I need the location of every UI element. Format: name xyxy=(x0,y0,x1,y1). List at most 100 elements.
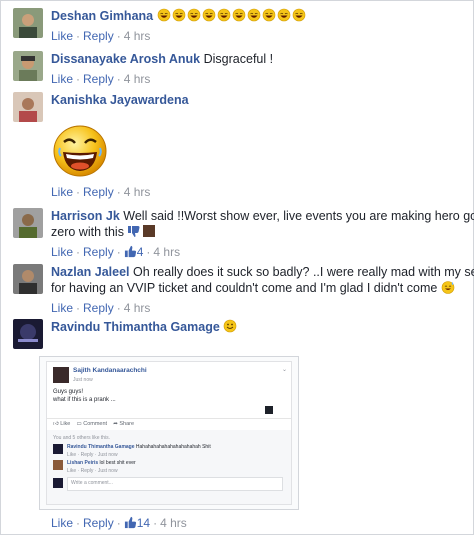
sweat-smile-icon xyxy=(441,281,455,294)
embedded-action-bar: 👍︎ Like ▭ Comment ➦ Share xyxy=(53,421,134,427)
dot: · xyxy=(76,29,81,43)
embedded-meta: Just now xyxy=(73,377,93,383)
like-link[interactable]: Like xyxy=(51,301,73,315)
timestamp[interactable]: 4 hrs xyxy=(124,185,151,199)
embedded-write-box: Write a comment... xyxy=(67,477,283,491)
timestamp[interactable]: 4 hrs xyxy=(153,245,180,259)
embedded-reply-name: Ravindu Thimantha Gamage xyxy=(67,444,135,450)
laughing-emoji-icon xyxy=(292,8,305,22)
like-link[interactable]: Like xyxy=(51,72,73,86)
reply-link[interactable]: Reply xyxy=(83,245,114,259)
avatar[interactable] xyxy=(13,51,43,81)
like-link[interactable]: Like xyxy=(51,29,73,43)
avatar[interactable] xyxy=(13,208,43,238)
embedded-share: Share xyxy=(119,421,135,427)
attached-screenshot[interactable]: Sajith Kandanaarachchi Just now ⌄ Guys g… xyxy=(39,356,299,510)
embedded-line1: Guys guys! xyxy=(53,389,84,395)
thumbs-up-icon[interactable] xyxy=(124,245,137,258)
embedded-writer-avatar xyxy=(53,478,63,488)
embedded-comment: Comment xyxy=(83,421,108,427)
reply-link[interactable]: Reply xyxy=(83,185,114,199)
thumbs-up-icon: 👍︎ xyxy=(53,421,59,427)
emoji-row xyxy=(157,8,307,23)
dot: · xyxy=(116,301,121,315)
dot: · xyxy=(153,516,158,530)
reply-link[interactable]: Reply xyxy=(83,301,114,315)
dot: · xyxy=(146,245,151,259)
dot: · xyxy=(116,516,121,530)
timestamp[interactable]: 4 hrs xyxy=(124,29,151,43)
laughing-emoji-icon xyxy=(247,8,260,22)
laughing-emoji-icon xyxy=(262,8,275,22)
laughing-emoji-icon xyxy=(157,8,170,22)
avatar[interactable] xyxy=(13,92,43,122)
embedded-reply: Ravindu Thimantha Gamage Hahahahahahahah… xyxy=(67,444,211,450)
dot: · xyxy=(116,72,121,86)
embedded-avatar xyxy=(53,367,69,383)
comment-text: Oh really does it suck so badly? ..I wer… xyxy=(133,265,474,279)
comment-actions: Like · Reply · 4 hrs xyxy=(51,185,465,200)
embedded-like: Like xyxy=(60,421,71,427)
dot: · xyxy=(76,516,81,530)
embedded-reply-meta: Like · Reply · Just now xyxy=(67,452,118,458)
embedded-line2: what if this is a prank ... xyxy=(53,397,116,403)
brown-square-icon xyxy=(143,225,156,237)
timestamp[interactable]: 4 hrs xyxy=(124,72,151,86)
dot: · xyxy=(76,301,81,315)
avatar[interactable] xyxy=(13,319,43,349)
laughing-emoji-icon xyxy=(202,8,215,22)
commenter-name[interactable]: Harrison Jk xyxy=(51,209,120,223)
reply-link[interactable]: Reply xyxy=(83,29,114,43)
embedded-likers: You and 5 others like this. xyxy=(53,435,111,441)
embedded-post: Sajith Kandanaarachchi Just now ⌄ Guys g… xyxy=(46,361,292,505)
smiley-icon xyxy=(223,319,237,333)
like-count[interactable]: 4 xyxy=(137,245,144,259)
commenter-name[interactable]: Nazlan Jaleel xyxy=(51,265,130,279)
like-link[interactable]: Like xyxy=(51,245,73,259)
thumbs-up-icon[interactable] xyxy=(124,516,137,529)
like-link[interactable]: Like xyxy=(51,516,73,530)
avatar[interactable] xyxy=(13,8,43,38)
comment-text: Disgraceful ! xyxy=(203,52,274,66)
laughing-emoji-icon xyxy=(232,8,245,22)
reply-link[interactable]: Reply xyxy=(83,516,114,530)
embedded-write-placeholder: Write a comment... xyxy=(71,480,113,486)
timestamp[interactable]: 4 hrs xyxy=(160,516,187,530)
embedded-reply-avatar xyxy=(53,444,63,454)
embedded-author: Sajith Kandanaarachchi xyxy=(73,367,147,374)
comment-actions: Like · Reply · 4 hrs xyxy=(51,29,465,44)
dot: · xyxy=(116,29,121,43)
like-count[interactable]: 14 xyxy=(137,516,150,530)
comment-actions: Like · Reply · 14 · 4 hrs xyxy=(51,516,187,531)
comment-text: Well said !!Worst show ever, live events… xyxy=(123,209,474,223)
embedded-reply-text: lol best shit ever xyxy=(99,460,136,466)
laughing-emoji-icon xyxy=(217,8,230,22)
timestamp[interactable]: 4 hrs xyxy=(124,301,151,315)
commenter-name[interactable]: Ravindu Thimantha Gamage xyxy=(51,320,220,334)
embedded-audience-icon xyxy=(265,406,273,414)
embedded-reply-name: Lishan Peiris xyxy=(67,460,99,466)
comment-actions: Like · Reply · 4 hrs xyxy=(51,301,465,316)
comment-actions: Like · Reply · 4 · 4 hrs xyxy=(51,245,465,260)
avatar[interactable] xyxy=(13,264,43,294)
thumbs-down-icon xyxy=(128,226,140,237)
embedded-reply-extra: Shit xyxy=(202,444,211,450)
laughing-emoji-icon xyxy=(172,8,185,22)
comment-text: zero with this xyxy=(51,225,124,239)
commenter-name[interactable]: Kanishka Jayawardena xyxy=(51,93,189,107)
chevron-down-icon: ⌄ xyxy=(281,367,287,373)
dot: · xyxy=(76,245,81,259)
comment-actions: Like · Reply · 4 hrs xyxy=(51,72,465,87)
dot: · xyxy=(116,185,121,199)
commenter-name[interactable]: Dissanayake Arosh Anuk xyxy=(51,52,200,66)
divider xyxy=(47,418,291,419)
dot: · xyxy=(76,185,81,199)
dot: · xyxy=(76,72,81,86)
reply-link[interactable]: Reply xyxy=(83,72,114,86)
like-link[interactable]: Like xyxy=(51,185,73,199)
laughing-smiley-icon xyxy=(53,125,107,177)
comment-thread: Deshan Gimhana Like · Reply · 4 hrs Dissanay… xyxy=(0,0,474,535)
speech-bubble-icon: ▭ xyxy=(76,421,82,427)
commenter-name[interactable]: Deshan Gimhana xyxy=(51,9,153,23)
embedded-reply-meta: Like · Reply · Just now xyxy=(67,468,118,474)
